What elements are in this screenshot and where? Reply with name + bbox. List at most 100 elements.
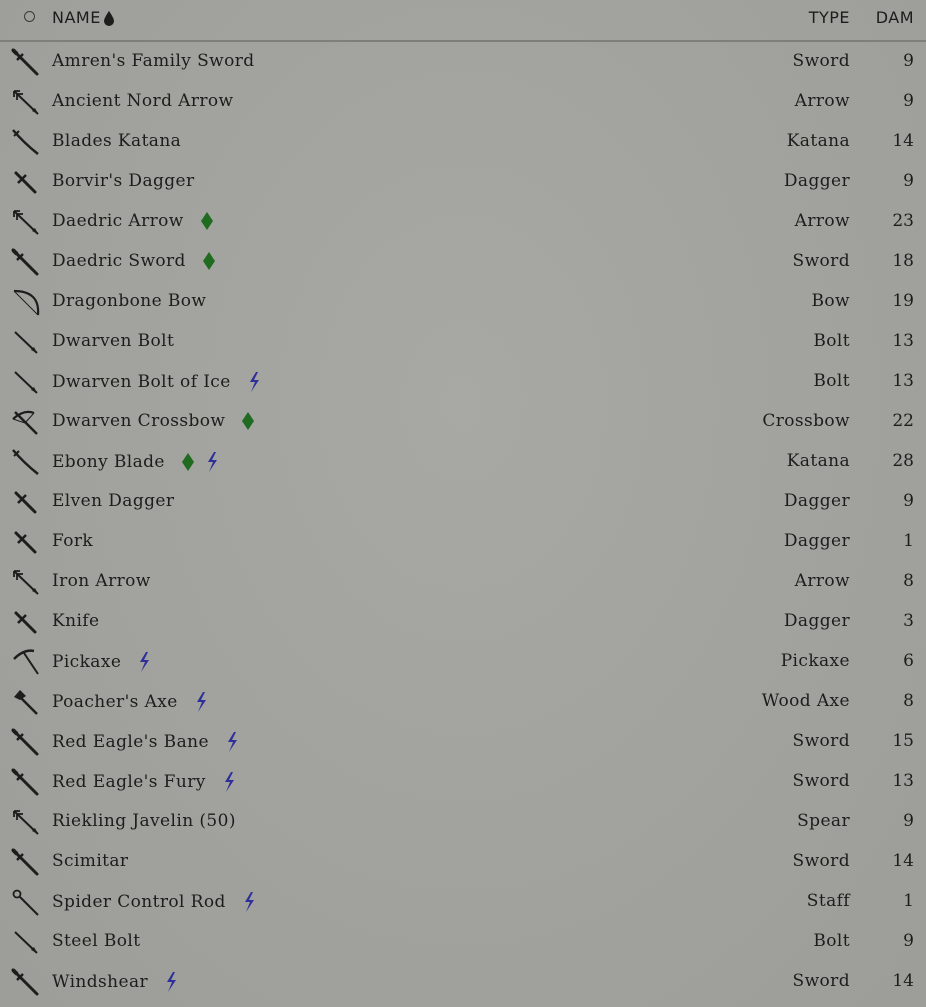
inventory-header: NAME TYPE DAM	[0, 0, 926, 42]
item-badges	[194, 691, 208, 713]
inventory-row-blades-katana[interactable]: Blades Katana Katana 14	[0, 122, 926, 162]
item-name: Steel Bolt	[52, 931, 140, 951]
arrow-icon	[10, 807, 42, 837]
item-type: Pickaxe	[780, 651, 850, 671]
item-name: Daedric Arrow	[52, 211, 214, 231]
name-column-header[interactable]: NAME	[52, 8, 115, 27]
item-type: Dagger	[783, 611, 850, 631]
inventory-row-elven-dagger[interactable]: Elven Dagger Dagger 9	[0, 482, 926, 522]
inventory-row-dwarven-bolt-of-ice[interactable]: Dwarven Bolt of Ice Bolt 13	[0, 362, 926, 402]
item-damage: 3	[903, 611, 914, 631]
inventory-row-dragonbone-bow[interactable]: Dragonbone Bow Bow 19	[0, 282, 926, 322]
inventory-row-iron-arrow[interactable]: Iron Arrow Arrow 8	[0, 562, 926, 602]
inventory-row-steel-bolt[interactable]: Steel Bolt Bolt 9	[0, 922, 926, 962]
item-type: Crossbow	[762, 411, 850, 431]
item-name-text: Dragonbone Bow	[52, 291, 207, 311]
item-name: Borvir's Dagger	[52, 171, 195, 191]
select-all-radio-icon[interactable]	[24, 11, 35, 22]
item-damage: 15	[892, 731, 914, 751]
item-badges	[241, 411, 255, 431]
arrow-icon	[10, 207, 42, 237]
item-damage: 9	[903, 931, 914, 951]
type-column-header[interactable]: TYPE	[809, 8, 850, 27]
item-type: Sword	[792, 851, 850, 871]
item-badges	[242, 891, 256, 913]
item-damage: 18	[892, 251, 914, 271]
inventory-row-fork[interactable]: Fork Dagger 1	[0, 522, 926, 562]
item-type: Arrow	[794, 571, 850, 591]
crossbow-icon	[10, 407, 42, 437]
item-type: Sword	[792, 731, 850, 751]
item-type: Arrow	[794, 91, 850, 111]
item-damage: 14	[892, 851, 914, 871]
item-name: Spider Control Rod	[52, 891, 256, 913]
inventory-row-pickaxe[interactable]: Pickaxe Pickaxe 6	[0, 642, 926, 682]
item-name: Dragonbone Bow	[52, 291, 206, 311]
arrow-icon	[10, 87, 42, 117]
sword-icon	[10, 847, 42, 877]
item-badges	[181, 451, 219, 473]
item-type: Dagger	[783, 171, 850, 191]
item-badges	[137, 651, 151, 673]
item-damage: 1	[903, 531, 914, 551]
item-damage: 1	[903, 891, 914, 911]
item-name-text: Fork	[52, 531, 94, 551]
item-name-text: Pickaxe	[52, 652, 122, 672]
item-damage: 8	[903, 691, 914, 711]
inventory-row-daedric-sword[interactable]: Daedric Sword Sword 18	[0, 242, 926, 282]
inventory-row-borvir-s-dagger[interactable]: Borvir's Dagger Dagger 9	[0, 162, 926, 202]
inventory-row-windshear[interactable]: Windshear Sword 14	[0, 962, 926, 1002]
inventory-row-spider-control-rod[interactable]: Spider Control Rod Staff 1	[0, 882, 926, 922]
inventory-row-daedric-arrow[interactable]: Daedric Arrow Arrow 23	[0, 202, 926, 242]
enchanted-icon	[137, 651, 151, 673]
item-type: Bolt	[813, 931, 850, 951]
pickaxe-icon	[10, 647, 42, 677]
inventory-row-dwarven-crossbow[interactable]: Dwarven Crossbow Crossbow 22	[0, 402, 926, 442]
item-name: Pickaxe	[52, 651, 151, 673]
item-name-text: Scimitar	[52, 851, 129, 871]
arrow-icon	[10, 567, 42, 597]
inventory-row-scimitar[interactable]: Scimitar Sword 14	[0, 842, 926, 882]
item-name: Daedric Sword	[52, 251, 216, 271]
item-name-text: Red Eagle's Bane	[52, 732, 209, 752]
dagger-icon	[10, 607, 42, 637]
item-name-text: Poacher's Axe	[52, 692, 178, 712]
item-name-text: Windshear	[52, 972, 149, 992]
inventory-row-riekling-javelin-50[interactable]: Riekling Javelin (50) Spear 9	[0, 802, 926, 842]
item-name-text: Steel Bolt	[52, 931, 141, 951]
item-name: Scimitar	[52, 851, 128, 871]
inventory-row-amren-s-family-sword[interactable]: Amren's Family Sword Sword 9	[0, 42, 926, 82]
item-name-text: Dwarven Bolt of Ice	[52, 372, 231, 392]
damage-column-header[interactable]: DAM	[876, 8, 914, 27]
inventory-row-poacher-s-axe[interactable]: Poacher's Axe Wood Axe 8	[0, 682, 926, 722]
item-damage: 13	[892, 771, 914, 791]
enchanted-icon	[194, 691, 208, 713]
item-name: Dwarven Bolt	[52, 331, 174, 351]
item-type: Sword	[792, 51, 850, 71]
inventory-row-ebony-blade[interactable]: Ebony Blade Katana 28	[0, 442, 926, 482]
item-name: Poacher's Axe	[52, 691, 208, 713]
inventory-row-red-eagle-s-fury[interactable]: Red Eagle's Fury Sword 13	[0, 762, 926, 802]
item-name-text: Riekling Javelin (50)	[52, 811, 236, 831]
katana-icon	[10, 447, 42, 477]
new-diamond-icon	[200, 211, 214, 231]
item-damage: 8	[903, 571, 914, 591]
item-name: Ancient Nord Arrow	[52, 91, 233, 111]
dagger-icon	[10, 487, 42, 517]
inventory-row-ancient-nord-arrow[interactable]: Ancient Nord Arrow Arrow 9	[0, 82, 926, 122]
inventory-row-dwarven-bolt[interactable]: Dwarven Bolt Bolt 13	[0, 322, 926, 362]
inventory-row-knife[interactable]: Knife Dagger 3	[0, 602, 926, 642]
item-name-text: Knife	[52, 611, 100, 631]
item-type: Sword	[792, 771, 850, 791]
item-type: Sword	[792, 971, 850, 991]
bow-icon	[10, 287, 42, 317]
item-name-text: Amren's Family Sword	[52, 51, 255, 71]
inventory-row-red-eagle-s-bane[interactable]: Red Eagle's Bane Sword 15	[0, 722, 926, 762]
sort-drop-icon	[103, 10, 115, 26]
sword-icon	[10, 247, 42, 277]
item-damage: 9	[903, 51, 914, 71]
sword-icon	[10, 727, 42, 757]
item-type: Katana	[786, 451, 850, 471]
item-name-text: Red Eagle's Fury	[52, 772, 206, 792]
item-name-text: Dwarven Crossbow	[52, 411, 226, 431]
